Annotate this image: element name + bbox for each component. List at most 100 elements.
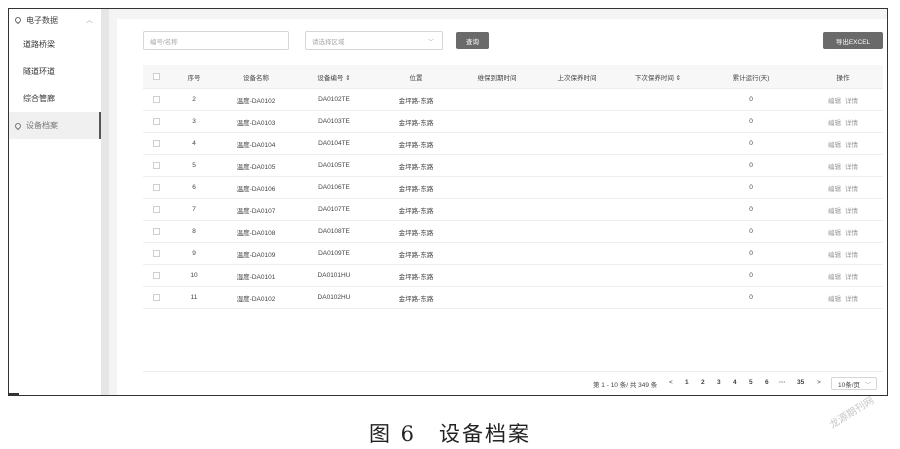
row-checkbox[interactable] bbox=[143, 162, 169, 169]
cell-index: 7 bbox=[192, 206, 196, 213]
cell-device-code: DA0102HU bbox=[317, 294, 351, 301]
select-all-checkbox[interactable] bbox=[143, 73, 169, 80]
cell-actions: 编辑 详情 bbox=[803, 183, 883, 193]
detail-link[interactable]: 详情 bbox=[845, 230, 858, 237]
header-warranty-expiry: 维保到期时间 bbox=[477, 74, 517, 82]
detail-link[interactable]: 详情 bbox=[845, 208, 858, 215]
cell-run-days: 0 bbox=[749, 228, 753, 235]
page-6[interactable]: 6 bbox=[765, 379, 769, 386]
header-last-maintenance: 上次保养时间 bbox=[557, 74, 597, 82]
table-row: 2 温度-DA0102 DA0102TE 金坪路-东路 0 编辑 详情 bbox=[143, 89, 883, 111]
cell-location: 金坪路-东路 bbox=[398, 185, 434, 193]
checkbox-box bbox=[152, 140, 160, 147]
edit-link[interactable]: 编辑 bbox=[828, 274, 841, 281]
header-device-code[interactable]: 设备编号 ⇕ bbox=[293, 72, 375, 82]
edit-link[interactable]: 编辑 bbox=[828, 252, 841, 259]
row-checkbox[interactable] bbox=[143, 250, 169, 257]
checkbox-box bbox=[152, 184, 160, 191]
cell-location: 金坪路-东路 bbox=[398, 229, 434, 237]
cell-location: 金坪路-东路 bbox=[398, 97, 434, 105]
sidebar-group-electronic-data[interactable]: 电子数据 ︿ bbox=[9, 9, 101, 31]
query-button[interactable]: 查询 bbox=[456, 32, 489, 49]
cell-actions: 编辑 详情 bbox=[803, 293, 883, 303]
row-checkbox[interactable] bbox=[143, 228, 169, 235]
detail-link[interactable]: 详情 bbox=[845, 142, 858, 149]
cell-actions: 编辑 详情 bbox=[803, 117, 883, 127]
sidebar-item-roads-bridges[interactable]: 道路桥梁 bbox=[9, 31, 101, 58]
row-checkbox[interactable] bbox=[143, 272, 169, 279]
checkbox-box bbox=[152, 73, 160, 80]
area-select-placeholder: 请选择区域 bbox=[312, 38, 345, 46]
page-last[interactable]: 35 bbox=[797, 379, 804, 386]
edit-link[interactable]: 编辑 bbox=[828, 208, 841, 215]
row-checkbox[interactable] bbox=[143, 294, 169, 301]
device-table: 序号 设备名称 设备编号 ⇕ 位置 维保到期时间 上次保养时间 下次保养时间 ⇕… bbox=[143, 65, 883, 309]
detail-link[interactable]: 详情 bbox=[845, 120, 858, 127]
sidebar-item-utility-tunnel[interactable]: 综合管廊 bbox=[9, 85, 101, 112]
cell-location: 金坪路-东路 bbox=[398, 163, 434, 171]
pagination: 第 1 - 10 条/ 共 349 条 < 1 2 3 4 5 6 ··· 35… bbox=[117, 377, 887, 391]
area-select[interactable]: 请选择区域 ﹀ bbox=[305, 31, 443, 50]
sidebar-item-label: 设备档案 bbox=[26, 121, 58, 130]
page-1[interactable]: 1 bbox=[685, 379, 689, 386]
cell-run-days: 0 bbox=[749, 140, 753, 147]
page-5[interactable]: 5 bbox=[749, 379, 753, 386]
edit-link[interactable]: 编辑 bbox=[828, 142, 841, 149]
cell-device-code: DA0104TE bbox=[318, 140, 350, 147]
cell-actions: 编辑 详情 bbox=[803, 227, 883, 237]
detail-link[interactable]: 详情 bbox=[845, 274, 858, 281]
header-next-maintenance[interactable]: 下次保养时间 ⇕ bbox=[617, 72, 699, 82]
toolbar: 编号/名称 请选择区域 ﹀ 查询 导出EXCEL bbox=[117, 31, 887, 51]
row-checkbox[interactable] bbox=[143, 118, 169, 125]
sidebar-item-tunnels[interactable]: 隧道环道 bbox=[9, 58, 101, 85]
detail-link[interactable]: 详情 bbox=[845, 98, 858, 105]
prev-page-button[interactable]: < bbox=[669, 379, 673, 386]
cell-run-days: 0 bbox=[749, 118, 753, 125]
table-row: 8 温度-DA0108 DA0108TE 金坪路-东路 0 编辑 详情 bbox=[143, 221, 883, 243]
edit-link[interactable]: 编辑 bbox=[828, 120, 841, 127]
next-page-button[interactable]: > bbox=[817, 379, 821, 386]
cell-run-days: 0 bbox=[749, 206, 753, 213]
row-checkbox[interactable] bbox=[143, 96, 169, 103]
cell-actions: 编辑 详情 bbox=[803, 139, 883, 149]
page-2[interactable]: 2 bbox=[701, 379, 705, 386]
detail-link[interactable]: 详情 bbox=[845, 252, 858, 259]
cell-index: 10 bbox=[190, 272, 198, 279]
pagination-ellipsis[interactable]: ··· bbox=[779, 379, 786, 386]
header-location: 位置 bbox=[409, 74, 423, 82]
edit-link[interactable]: 编辑 bbox=[828, 98, 841, 105]
sidebar: 电子数据 ︿ 道路桥梁 隧道环道 综合管廊 设备档案 bbox=[9, 9, 109, 395]
edit-link[interactable]: 编辑 bbox=[828, 230, 841, 237]
edit-link[interactable]: 编辑 bbox=[828, 296, 841, 303]
row-checkbox[interactable] bbox=[143, 184, 169, 191]
row-checkbox[interactable] bbox=[143, 140, 169, 147]
main-panel: 编号/名称 请选择区域 ﹀ 查询 导出EXCEL 序号 设备名称 设备编号 ⇕ … bbox=[117, 19, 887, 395]
page-size-select[interactable]: 10条/页 ﹀ bbox=[831, 377, 877, 390]
cell-device-name: 温度-DA0103 bbox=[236, 119, 276, 127]
checkbox-box bbox=[152, 118, 160, 125]
page-4[interactable]: 4 bbox=[733, 379, 737, 386]
detail-link[interactable]: 详情 bbox=[845, 296, 858, 303]
cell-index: 6 bbox=[192, 184, 196, 191]
cell-index: 2 bbox=[192, 96, 196, 103]
table-row: 3 温度-DA0103 DA0103TE 金坪路-东路 0 编辑 详情 bbox=[143, 111, 883, 133]
cell-device-name: 湿度-DA0102 bbox=[236, 295, 276, 303]
page-3[interactable]: 3 bbox=[717, 379, 721, 386]
sidebar-item-device-archive[interactable]: 设备档案 bbox=[9, 112, 101, 139]
table-row: 7 温度-DA0107 DA0107TE 金坪路-东路 0 编辑 详情 bbox=[143, 199, 883, 221]
detail-link[interactable]: 详情 bbox=[845, 164, 858, 171]
detail-link[interactable]: 详情 bbox=[845, 186, 858, 193]
row-checkbox[interactable] bbox=[143, 206, 169, 213]
export-excel-button[interactable]: 导出EXCEL bbox=[823, 32, 883, 49]
cell-device-code: DA0108TE bbox=[318, 228, 350, 235]
cell-location: 金坪路-东路 bbox=[398, 273, 434, 281]
cell-device-code: DA0109TE bbox=[318, 250, 350, 257]
table-body: 2 温度-DA0102 DA0102TE 金坪路-东路 0 编辑 详情 3 温度-DA0103 D… bbox=[143, 89, 883, 309]
checkbox-box bbox=[152, 96, 160, 103]
cell-run-days: 0 bbox=[749, 294, 753, 301]
cell-device-code: DA0102TE bbox=[318, 96, 350, 103]
edit-link[interactable]: 编辑 bbox=[828, 164, 841, 171]
edit-link[interactable]: 编辑 bbox=[828, 186, 841, 193]
code-name-input[interactable]: 编号/名称 bbox=[143, 31, 289, 50]
cell-device-name: 温度-DA0104 bbox=[236, 141, 276, 149]
